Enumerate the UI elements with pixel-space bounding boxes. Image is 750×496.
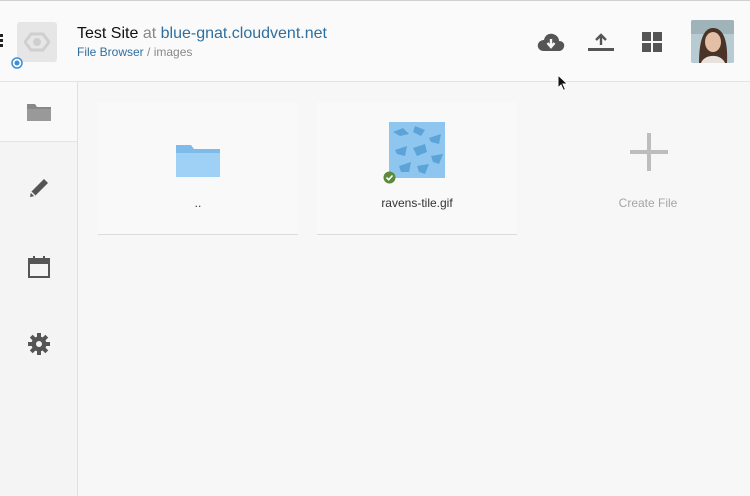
download-icon — [537, 33, 565, 51]
file-browser: .. ravens-tile.gif Create File — [78, 82, 750, 496]
download-button[interactable] — [536, 29, 566, 55]
breadcrumb-current: images — [153, 45, 193, 59]
file-tile-image[interactable]: ravens-tile.gif — [317, 102, 517, 235]
calendar-icon — [27, 256, 50, 278]
upload-icon — [588, 33, 614, 51]
sidebar-item-files[interactable] — [0, 82, 77, 142]
site-at-text: at — [142, 25, 157, 42]
site-status-icon — [11, 56, 23, 69]
grid-view-icon — [642, 32, 662, 52]
file-tile-parent[interactable]: .. — [98, 102, 298, 235]
create-file-label: Create File — [618, 196, 678, 210]
grid-view-button[interactable] — [637, 29, 667, 55]
synced-check-icon — [383, 171, 396, 184]
file-name: ravens-tile.gif — [381, 196, 453, 210]
sidebar — [0, 82, 78, 496]
pencil-icon — [29, 179, 48, 197]
sidebar-item-settings[interactable] — [0, 314, 77, 374]
site-logo[interactable] — [17, 22, 57, 62]
user-avatar[interactable] — [691, 20, 734, 63]
site-name: Test Site — [77, 25, 139, 42]
sidebar-item-calendar[interactable] — [0, 237, 77, 297]
site-host-link[interactable]: blue-gnat.cloudvent.net — [161, 25, 327, 42]
sidebar-item-editor[interactable] — [0, 158, 77, 218]
image-thumbnail — [389, 122, 445, 178]
gear-icon — [27, 333, 50, 355]
breadcrumb-file-browser[interactable]: File Browser — [77, 45, 144, 59]
menu-icon[interactable] — [0, 34, 4, 48]
breadcrumb: File Browser / images — [77, 45, 192, 59]
folder-icon — [26, 103, 51, 121]
upload-button[interactable] — [586, 29, 616, 55]
site-title: Test Site at blue-gnat.cloudvent.net — [77, 25, 327, 43]
plus-icon — [630, 133, 668, 171]
cloudvent-logo-icon — [24, 32, 50, 52]
top-bar: Test Site at blue-gnat.cloudvent.net Fil… — [0, 0, 750, 82]
breadcrumb-separator: / — [147, 45, 151, 59]
folder-icon — [176, 145, 220, 177]
create-file-button[interactable]: Create File — [593, 122, 703, 212]
mouse-cursor-icon — [557, 74, 569, 92]
file-name: .. — [194, 196, 202, 210]
